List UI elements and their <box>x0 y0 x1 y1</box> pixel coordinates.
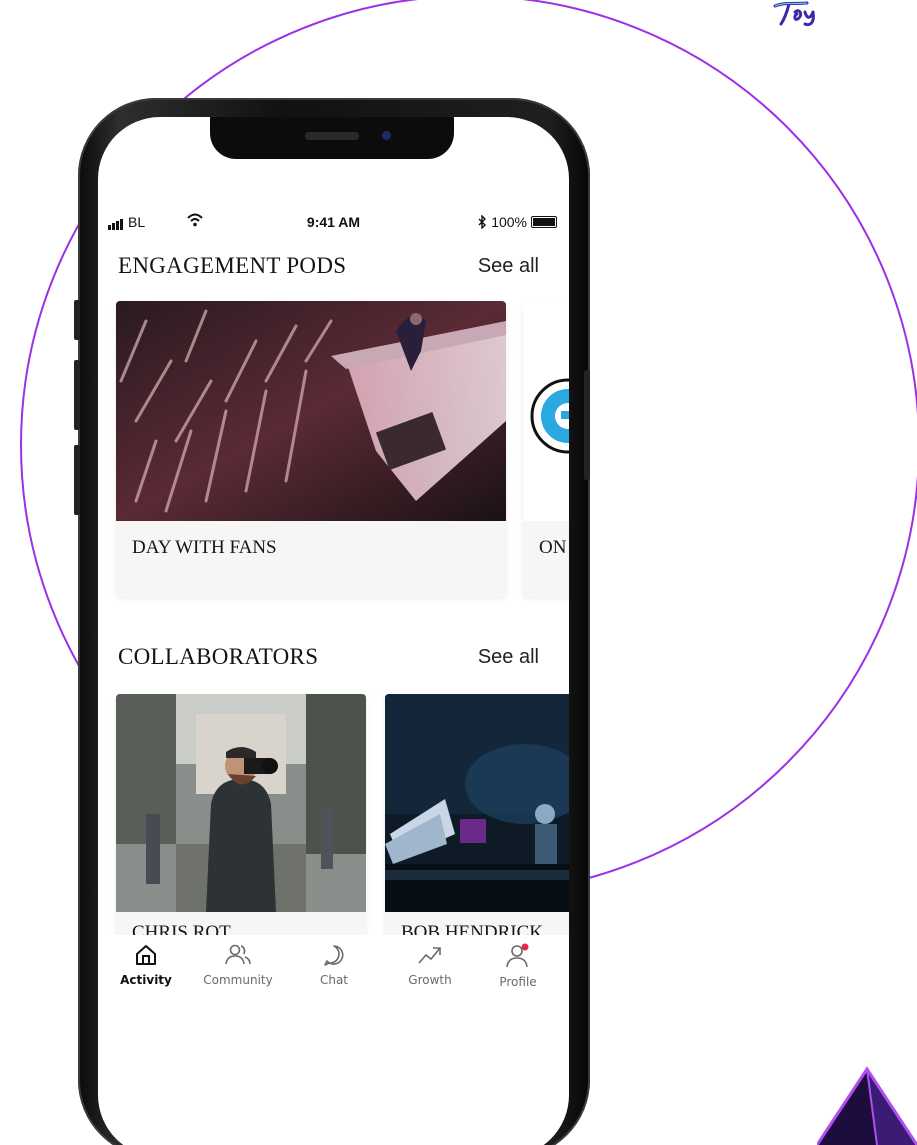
engagement-see-all-link[interactable]: See all <box>478 255 539 278</box>
phone-button <box>74 300 80 340</box>
home-icon <box>136 945 156 965</box>
tab-label: Activity <box>120 973 172 987</box>
profile-icon <box>506 943 529 968</box>
street-photographer-photo <box>116 694 366 912</box>
phone-button <box>74 445 80 515</box>
chat-icon <box>324 945 344 966</box>
battery-percent: 100% <box>491 214 527 230</box>
tab-profile[interactable]: Profile <box>478 943 558 989</box>
engagement-card[interactable]: ON <box>523 301 569 597</box>
collaborator-card[interactable]: BOB HENDRICK <box>385 694 569 944</box>
bluetooth-icon <box>478 215 487 229</box>
tab-label: Chat <box>319 973 349 987</box>
tab-chat[interactable]: Chat <box>294 943 374 987</box>
collaborators-see-all-link[interactable]: See all <box>478 646 539 669</box>
tiger-script-logo-icon <box>773 1 815 27</box>
engagement-card[interactable]: DAY WITH FANS <box>116 301 506 597</box>
phone-screen: BL 9:41 AM 100% ENGAGEMENT PODS See all <box>98 117 569 1145</box>
phone-button <box>74 360 80 430</box>
notification-dot <box>521 943 529 951</box>
stage: BL 9:41 AM 100% ENGAGEMENT PODS See all <box>0 0 917 1145</box>
piano-stage-photo <box>385 694 569 912</box>
card-label: ON <box>539 537 567 558</box>
collaborators-title: COLLABORATORS <box>118 644 319 669</box>
front-camera <box>382 131 391 140</box>
tab-label: Profile <box>499 975 537 989</box>
phone-button <box>584 370 590 480</box>
battery-icon <box>531 216 557 228</box>
engagement-pods-title: ENGAGEMENT PODS <box>118 253 347 278</box>
growth-icon <box>418 947 441 964</box>
collaborator-card[interactable]: CHRIS ROT <box>116 694 366 944</box>
tab-growth[interactable]: Growth <box>390 943 470 987</box>
blue-circle-logo <box>530 378 569 454</box>
community-icon <box>225 944 251 965</box>
tab-label: Community <box>203 973 273 987</box>
tab-community[interactable]: Community <box>198 943 278 987</box>
tab-activity[interactable]: Activity <box>106 943 186 987</box>
status-bar: BL 9:41 AM 100% <box>98 212 569 236</box>
tab-label: Growth <box>408 973 452 987</box>
card-label: DAY WITH FANS <box>132 537 277 558</box>
concert-crowd-photo <box>116 301 506 521</box>
pyramid-decoration-icon <box>817 1066 917 1145</box>
phone-notch <box>210 117 454 159</box>
speaker-grille <box>305 132 359 140</box>
bottom-tab-bar: Activity Community Chat Growth Profile <box>98 935 569 1015</box>
